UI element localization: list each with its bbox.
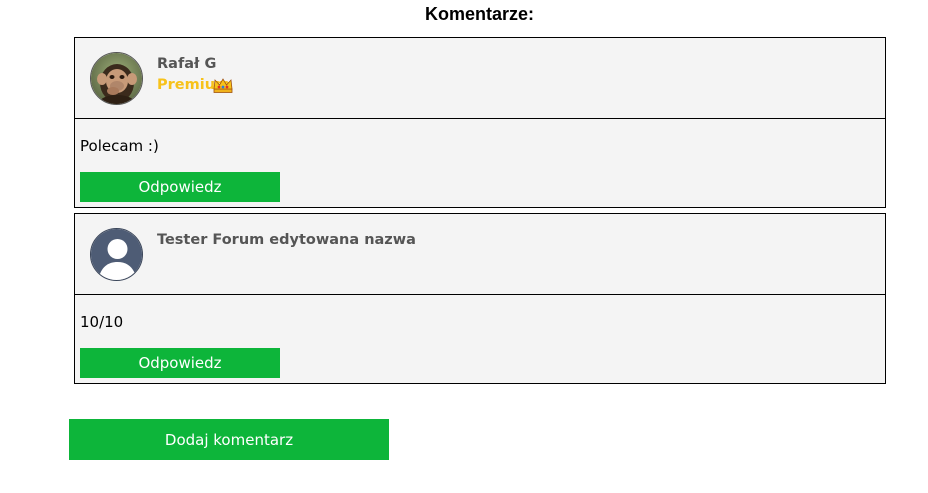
- comment-text: 10/10: [80, 313, 124, 331]
- comment-text: Polecam :): [80, 137, 159, 155]
- comments-heading: Komentarze:: [424, 4, 535, 24]
- comment-card: Rafał G Premium Polecam :) Odpowiedz: [74, 37, 886, 208]
- author-name[interactable]: Tester Forum edytowana nazwa: [157, 232, 416, 248]
- crown-icon: [213, 78, 233, 93]
- author-name[interactable]: Rafał G: [157, 56, 216, 72]
- comment-header: Rafał G Premium: [75, 38, 885, 119]
- comment-header: Tester Forum edytowana nazwa: [75, 214, 885, 295]
- default-user-avatar-icon: [91, 229, 142, 280]
- avatar[interactable]: [90, 228, 143, 281]
- monkey-avatar-icon: [91, 53, 142, 104]
- reply-button[interactable]: Odpowiedz: [80, 348, 280, 378]
- avatar[interactable]: [90, 52, 143, 105]
- add-comment-button[interactable]: Dodaj komentarz: [69, 419, 389, 460]
- comment-card: Tester Forum edytowana nazwa 10/10 Odpow…: [74, 213, 886, 384]
- reply-button[interactable]: Odpowiedz: [80, 172, 280, 202]
